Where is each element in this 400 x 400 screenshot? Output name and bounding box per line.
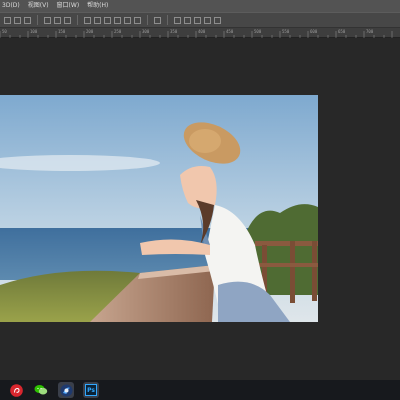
3d-roll-icon[interactable] — [184, 16, 191, 24]
distribute-top-icon[interactable] — [84, 16, 91, 24]
ruler-tick-label: 650 — [338, 29, 346, 34]
distribute-middle-icon[interactable] — [94, 16, 101, 24]
ruler-tick-label: 550 — [282, 29, 290, 34]
auto-align-icon[interactable] — [154, 16, 161, 24]
menu-view[interactable]: 视图(V) — [28, 0, 49, 12]
ruler-tick-label: 200 — [86, 29, 94, 34]
3d-drag-icon[interactable] — [194, 16, 201, 24]
browser-icon — [60, 384, 72, 396]
taskbar-app-browser[interactable] — [58, 382, 74, 398]
netease-music-icon — [9, 383, 23, 397]
ruler-tick-label: 250 — [114, 29, 122, 34]
canvas-workspace[interactable] — [0, 38, 400, 380]
ruler-tick-label: 350 — [170, 29, 178, 34]
distribute-center-icon[interactable] — [124, 16, 131, 24]
align-top-icon[interactable] — [4, 16, 11, 24]
taskbar-app-photoshop[interactable]: Ps — [83, 382, 99, 398]
horizontal-ruler: 50 100 150 200 250 300 350 400 450 500 5… — [0, 28, 400, 38]
menu-window[interactable]: 窗口(W) — [57, 0, 80, 12]
taskbar: Ps — [0, 380, 400, 400]
divider — [37, 15, 38, 25]
3d-rotate-icon[interactable] — [174, 16, 181, 24]
distribute-bottom-icon[interactable] — [104, 16, 111, 24]
align-middle-icon[interactable] — [14, 16, 21, 24]
distribute-right-icon[interactable] — [134, 16, 141, 24]
3d-scale-icon[interactable] — [214, 16, 221, 24]
distribute-left-icon[interactable] — [114, 16, 121, 24]
options-bar — [0, 12, 400, 28]
document-photo[interactable] — [0, 95, 318, 322]
3d-slide-icon[interactable] — [204, 16, 211, 24]
ruler-tick-label: 150 — [58, 29, 66, 34]
align-left-icon[interactable] — [44, 16, 51, 24]
ruler-tick-label: 450 — [226, 29, 234, 34]
ruler-tick-label: 50 — [2, 29, 7, 34]
divider — [147, 15, 148, 25]
ruler-tick-label: 400 — [198, 29, 206, 34]
align-center-icon[interactable] — [54, 16, 61, 24]
photo-image — [0, 95, 318, 322]
wechat-icon — [34, 385, 48, 395]
ruler-tick-label: 700 — [366, 29, 374, 34]
align-right-icon[interactable] — [64, 16, 71, 24]
ruler-tick-label: 100 — [30, 29, 38, 34]
taskbar-app-netease-music[interactable] — [8, 382, 24, 398]
menu-3d[interactable]: 3D(D) — [2, 0, 20, 12]
ruler-tick-label: 300 — [142, 29, 150, 34]
ruler-tick-label: 500 — [254, 29, 262, 34]
taskbar-app-wechat[interactable] — [33, 382, 49, 398]
divider — [167, 15, 168, 25]
menu-bar: 3D(D) 视图(V) 窗口(W) 帮助(H) — [0, 0, 400, 12]
ruler-tick-label: 600 — [310, 29, 318, 34]
align-bottom-icon[interactable] — [24, 16, 31, 24]
menu-help[interactable]: 帮助(H) — [87, 0, 108, 12]
photoshop-icon: Ps — [85, 384, 97, 396]
divider — [77, 15, 78, 25]
